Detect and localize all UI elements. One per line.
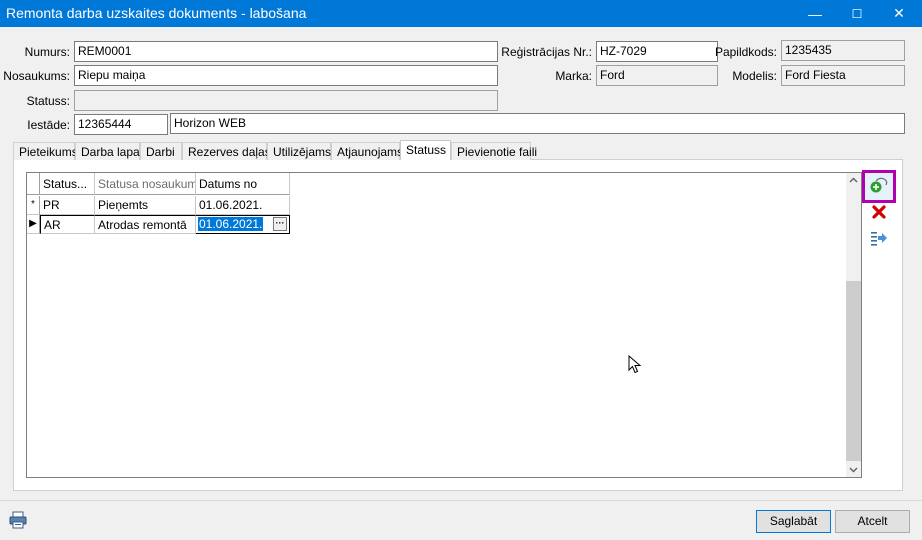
mouse-cursor-icon bbox=[628, 354, 642, 375]
table-cell-code[interactable]: PR bbox=[40, 196, 95, 215]
ellipsis-button[interactable]: ··· bbox=[273, 217, 287, 231]
add-status-button[interactable] bbox=[862, 170, 896, 203]
grid-corner bbox=[27, 173, 40, 195]
table-cell-code[interactable]: AR bbox=[40, 215, 95, 234]
close-icon: ✕ bbox=[893, 5, 905, 21]
marka-label: Marka: bbox=[555, 69, 592, 83]
scroll-down-icon[interactable] bbox=[846, 462, 861, 477]
date-editor[interactable]: 01.06.2021. ··· bbox=[196, 215, 290, 234]
current-row-icon: ▶ bbox=[27, 215, 40, 234]
close-button[interactable]: ✕ bbox=[876, 0, 922, 27]
footer-divider bbox=[0, 500, 922, 501]
export-icon bbox=[870, 230, 888, 249]
minimize-icon: — bbox=[808, 5, 822, 22]
iestade-label: Iestāde: bbox=[27, 118, 70, 132]
tab-darbi[interactable]: Darbi bbox=[140, 142, 182, 160]
tab-statuss[interactable]: Statuss bbox=[400, 140, 451, 160]
tab-atjaunojams[interactable]: Atjaunojams bbox=[331, 142, 403, 160]
iestade-code-field[interactable]: 12365444 bbox=[74, 114, 168, 135]
save-button[interactable]: Saglabāt bbox=[756, 510, 831, 533]
table-cell-name[interactable]: Atrodas remontā bbox=[95, 215, 196, 234]
column-header-date-from[interactable]: Datums no bbox=[196, 173, 290, 195]
add-icon bbox=[869, 176, 889, 197]
registracijas-nr-field[interactable]: HZ-7029 bbox=[596, 41, 718, 62]
title-bar: Remonta darba uzskaites dokuments - labo… bbox=[0, 0, 922, 27]
maximize-icon: ☐ bbox=[851, 6, 863, 21]
maximize-button[interactable]: ☐ bbox=[834, 0, 880, 27]
nosaukums-label: Nosaukums: bbox=[3, 69, 70, 83]
date-editor-value[interactable]: 01.06.2021. bbox=[198, 217, 264, 231]
modelis-label: Modelis: bbox=[732, 69, 777, 83]
delete-status-button[interactable] bbox=[867, 201, 891, 225]
row-indicator: * bbox=[27, 196, 40, 215]
export-status-button[interactable] bbox=[867, 227, 891, 251]
tab-rezerves-dalas[interactable]: Rezerves daļas bbox=[182, 142, 271, 160]
table-cell-name[interactable]: Pieņemts bbox=[95, 196, 196, 215]
vertical-scrollbar[interactable] bbox=[846, 173, 861, 477]
statuss-label: Statuss: bbox=[26, 94, 70, 108]
scrollbar-thumb[interactable] bbox=[846, 281, 861, 461]
status-grid[interactable]: Status... Statusa nosaukums Datums no * … bbox=[26, 172, 862, 478]
delete-icon bbox=[871, 204, 887, 223]
minimize-button[interactable]: — bbox=[792, 0, 838, 27]
column-header-status-name[interactable]: Statusa nosaukums bbox=[95, 173, 196, 195]
papildkods-label: Papildkods: bbox=[714, 45, 777, 59]
iestade-name-field[interactable]: Horizon WEB bbox=[170, 113, 905, 134]
marka-field: Ford bbox=[596, 65, 718, 86]
nosaukums-field[interactable]: Riepu maiņa bbox=[74, 65, 498, 86]
cancel-button[interactable]: Atcelt bbox=[835, 510, 910, 533]
scroll-up-icon[interactable] bbox=[846, 173, 861, 188]
statuss-field bbox=[74, 90, 498, 111]
numurs-field[interactable]: REM0001 bbox=[74, 41, 498, 62]
print-button[interactable] bbox=[7, 510, 29, 532]
tab-pieteikums[interactable]: Pieteikums bbox=[13, 142, 78, 160]
tab-utilizejams[interactable]: Utilizējams bbox=[267, 142, 331, 160]
printer-icon bbox=[9, 511, 27, 532]
window-title: Remonta darba uzskaites dokuments - labo… bbox=[6, 5, 307, 21]
tab-darba-lapa[interactable]: Darba lapa bbox=[75, 142, 140, 160]
numurs-label: Numurs: bbox=[24, 45, 70, 59]
tab-pievienotie-faili[interactable]: Pievienotie faili bbox=[451, 142, 537, 160]
modelis-field: Ford Fiesta bbox=[781, 65, 905, 86]
table-cell-date[interactable]: 01.06.2021. bbox=[196, 196, 290, 215]
column-header-status-code[interactable]: Status... bbox=[40, 173, 95, 195]
papildkods-field: 1235435 bbox=[781, 40, 905, 61]
registracijas-nr-label: Reģistrācijas Nr.: bbox=[501, 45, 592, 59]
